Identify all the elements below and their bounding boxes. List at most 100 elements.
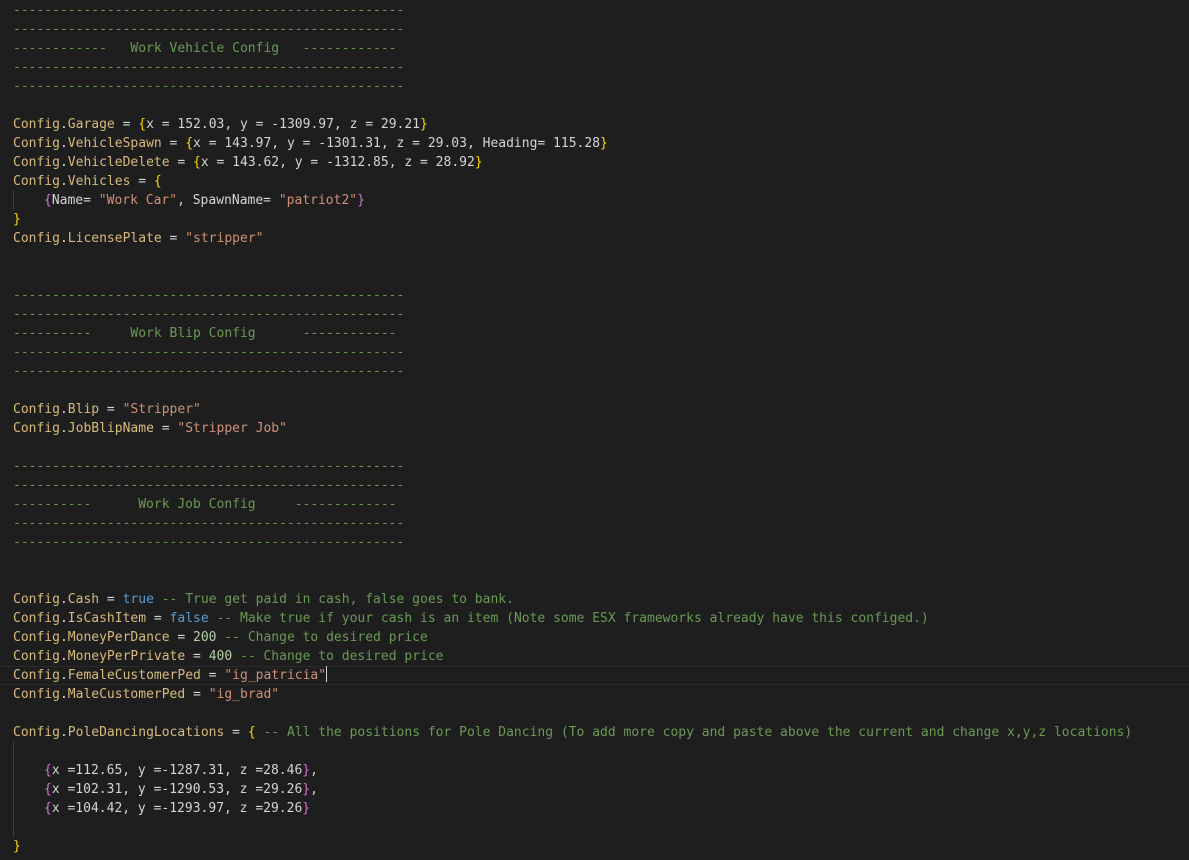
config-key: JobBlipName (67, 421, 154, 436)
dot: . (59, 421, 68, 436)
string-value: "ig_brad" (208, 687, 280, 702)
config-key: MoneyPerDance (67, 630, 170, 645)
close-brace: } (302, 763, 311, 778)
code-editor[interactable]: ----------------------------------------… (0, 0, 1189, 860)
dot: . (59, 630, 68, 645)
assign: = (185, 649, 209, 664)
config-key: IsCashItem (67, 611, 147, 626)
code-line-vehicle-entry: {Name= "Work Car", SpawnName= "patriot2"… (44, 191, 365, 210)
config-key: PoleDancingLocations (67, 725, 225, 740)
config-key: MaleCustomerPed (67, 687, 186, 702)
open-brace: { (44, 763, 52, 778)
number-value: 400 (208, 649, 233, 664)
comment-divider: ----------------------------------------… (13, 535, 405, 550)
code-line-vehicles-end: } (13, 210, 21, 229)
config-object: Config (13, 611, 60, 626)
string-value: "stripper" (185, 231, 264, 246)
comma: , (310, 763, 318, 778)
config-object: Config (13, 668, 60, 683)
config-key: Vehicles (67, 174, 131, 189)
dot: . (59, 611, 68, 626)
open-brace: { (193, 155, 201, 170)
dot: . (59, 117, 68, 132)
string-value: "Stripper" (122, 402, 201, 417)
assign: = (161, 231, 186, 246)
code-line-location-3: {x =104.42, y =-1293.97, z =29.26} (44, 799, 310, 818)
indent-guide (13, 191, 14, 210)
inline-comment: -- Change to desired price (216, 630, 428, 645)
assign: = (130, 174, 154, 189)
dot: . (59, 687, 68, 702)
comment-divider: ----------------------------------------… (13, 307, 405, 322)
name-value: "Work Car" (98, 193, 178, 208)
comment-divider: ----------------------------------------… (13, 345, 405, 360)
assign: = (169, 630, 194, 645)
dot: . (59, 136, 68, 151)
comment-divider: ----------------------------------------… (13, 516, 405, 531)
spawn-value: "patriot2" (278, 193, 358, 208)
spawn-key: , SpawnName= (177, 193, 279, 208)
code-line-money-per-private: Config.MoneyPerPrivate = 400 -- Change t… (13, 647, 444, 666)
assign: = (169, 155, 194, 170)
assign: = (200, 668, 225, 683)
comment-divider: ----------------------------------------… (13, 22, 405, 37)
dot: . (59, 402, 68, 417)
config-key: LicensePlate (67, 231, 162, 246)
config-object: Config (13, 630, 60, 645)
config-key: VehicleSpawn (67, 136, 162, 151)
close-brace: } (474, 155, 483, 170)
table-body: x =112.65, y =-1287.31, z =28.46 (51, 763, 303, 778)
config-object: Config (13, 421, 60, 436)
table-body: x =104.42, y =-1293.97, z =29.26 (51, 801, 303, 816)
config-object: Config (13, 136, 60, 151)
close-brace: } (420, 117, 428, 132)
comment-divider: ----------------------------------------… (13, 364, 405, 379)
table-body: x = 152.03, y = -1309.97, z = 29.21 (146, 117, 421, 132)
code-line-male-customer-ped: Config.MaleCustomerPed = "ig_brad" (13, 685, 279, 704)
table-body: x = 143.97, y = -1301.31, z = 29.03, Hea… (193, 136, 601, 151)
section-header-blip: ---------- Work Blip Config ------------ (13, 326, 397, 341)
assign: = (161, 136, 186, 151)
open-brace: { (44, 193, 52, 208)
text-cursor (326, 666, 328, 682)
code-line-blip: Config.Blip = "Stripper" (13, 400, 201, 419)
open-brace: { (185, 136, 194, 151)
number-value: 200 (193, 630, 217, 645)
dot: . (59, 174, 68, 189)
open-brace: { (138, 117, 147, 132)
comment-divider: ----------------------------------------… (13, 459, 405, 474)
dot: . (59, 592, 68, 607)
open-brace: { (247, 725, 256, 740)
code-line-license-plate: Config.LicensePlate = "stripper" (13, 229, 263, 248)
inline-comment: -- All the positions for Pole Dancing (T… (255, 725, 1133, 740)
indent-guide (13, 742, 14, 837)
assign: = (114, 117, 139, 132)
assign: = (146, 611, 170, 626)
comment-divider: ----------------------------------------… (13, 79, 405, 94)
assign: = (185, 687, 209, 702)
table-body: x =102.31, y =-1290.53, z =29.26 (51, 782, 303, 797)
assign: = (99, 592, 123, 607)
close-brace: } (357, 193, 365, 208)
config-key: Garage (67, 117, 115, 132)
code-line-pole-dancing-locations: Config.PoleDancingLocations = { -- All t… (13, 723, 1132, 742)
code-line-locations-end: } (13, 837, 21, 856)
close-brace: } (600, 136, 608, 151)
code-line-money-per-dance: Config.MoneyPerDance = 200 -- Change to … (13, 628, 428, 647)
config-object: Config (13, 649, 60, 664)
config-object: Config (13, 592, 60, 607)
section-header-vehicle: ------------ Work Vehicle Config -------… (13, 41, 397, 56)
config-object: Config (13, 687, 60, 702)
code-line-job-blip-name: Config.JobBlipName = "Stripper Job" (13, 419, 287, 438)
inline-comment: -- Change to desired price (232, 649, 444, 664)
close-brace: } (302, 801, 311, 816)
config-object: Config (13, 231, 60, 246)
config-object: Config (13, 117, 60, 132)
string-value: "Stripper Job" (177, 421, 287, 436)
dot: . (59, 668, 68, 683)
string-value: "ig_patricia" (224, 668, 327, 683)
open-brace: { (153, 174, 162, 189)
comment-divider: ----------------------------------------… (13, 478, 405, 493)
close-brace: } (302, 782, 311, 797)
code-line-cash: Config.Cash = true -- True get paid in c… (13, 590, 514, 609)
